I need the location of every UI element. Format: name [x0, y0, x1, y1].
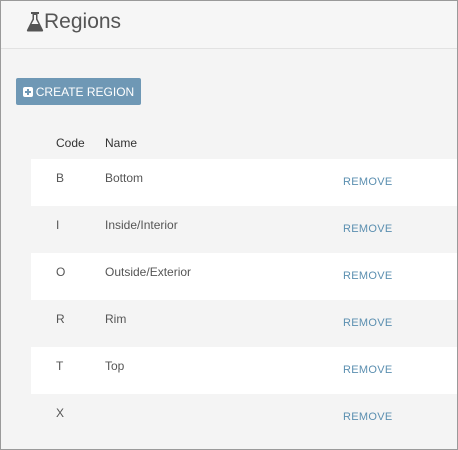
row-name: Rim: [105, 312, 127, 326]
table-row: O Outside/Exterior REMOVE: [31, 253, 457, 300]
remove-link[interactable]: REMOVE: [343, 317, 392, 329]
page-header: Regions: [1, 1, 457, 49]
remove-link[interactable]: REMOVE: [343, 411, 392, 423]
remove-link[interactable]: REMOVE: [343, 364, 392, 376]
remove-link[interactable]: REMOVE: [343, 223, 392, 235]
row-code: T: [56, 359, 64, 373]
table-row: X REMOVE: [31, 394, 457, 441]
column-header-name: Name: [105, 136, 138, 150]
row-code: O: [56, 265, 66, 279]
remove-link[interactable]: REMOVE: [343, 176, 392, 188]
app-window: Regions CREATE REGION Code Name B Bottom…: [0, 0, 458, 450]
row-name: Bottom: [105, 171, 144, 185]
row-name: Top: [105, 359, 125, 373]
flask-icon: [26, 12, 44, 32]
row-code: R: [56, 312, 65, 326]
column-header-code: Code: [56, 136, 85, 150]
create-region-label: CREATE REGION: [35, 84, 135, 99]
table-header: Code Name: [31, 124, 457, 159]
regions-table: Code Name B Bottom REMOVE I Inside/Inter…: [31, 124, 457, 441]
table-row: I Inside/Interior REMOVE: [31, 206, 457, 253]
page-title: Regions: [44, 10, 122, 33]
remove-link[interactable]: REMOVE: [343, 270, 392, 282]
row-code: I: [56, 218, 60, 232]
row-name: Outside/Exterior: [105, 265, 192, 279]
create-region-button[interactable]: CREATE REGION: [16, 78, 141, 105]
row-code: B: [56, 171, 65, 185]
table-row: R Rim REMOVE: [31, 300, 457, 347]
plus-square-icon: [22, 86, 33, 97]
table-row: T Top REMOVE: [31, 347, 457, 394]
table-row: B Bottom REMOVE: [31, 159, 457, 206]
row-name: Inside/Interior: [105, 218, 178, 232]
row-code: X: [56, 406, 65, 420]
